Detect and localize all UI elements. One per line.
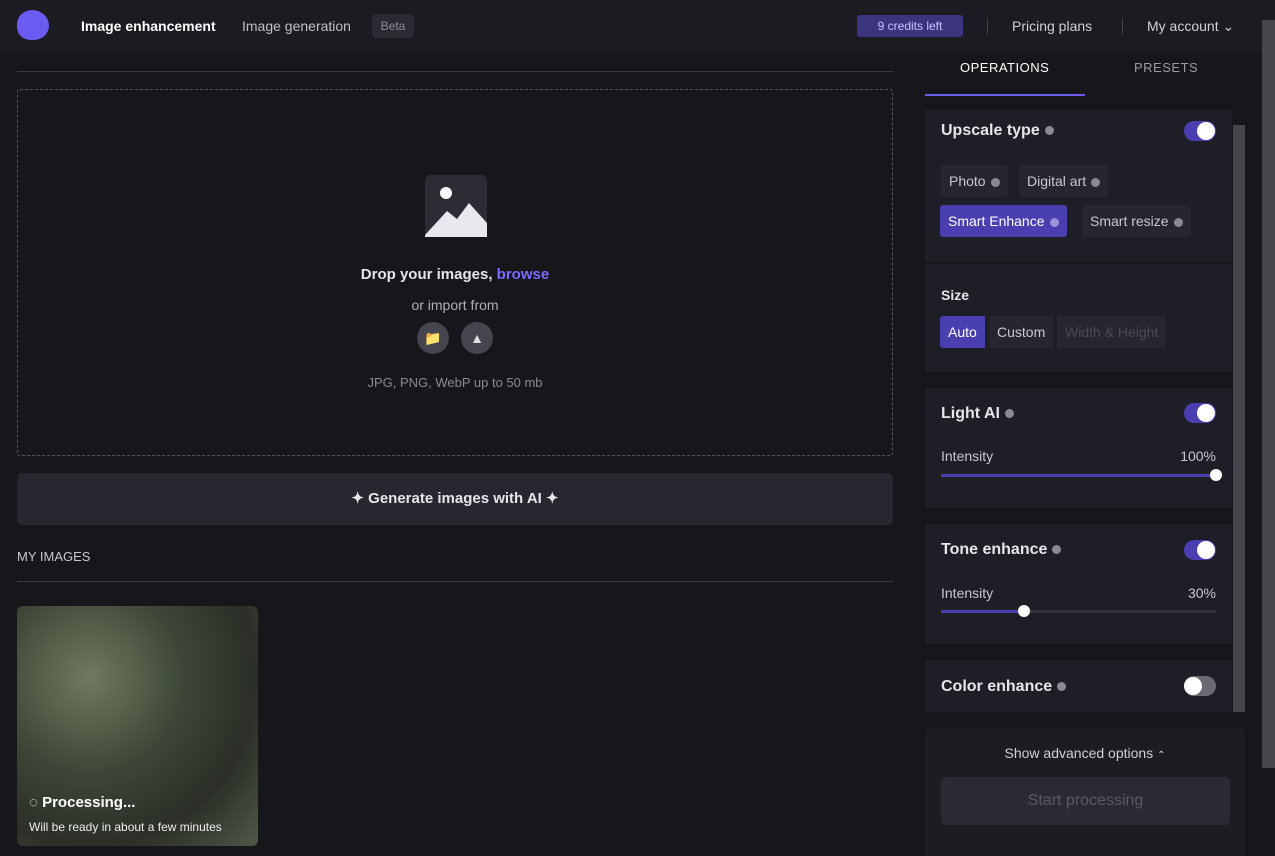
tab-operations[interactable]: OPERATIONS [960, 60, 1049, 75]
google-drive-icon[interactable]: ▲ [461, 322, 493, 354]
my-images-title: MY IMAGES [17, 549, 91, 564]
panel-scrollbar[interactable] [1233, 125, 1245, 712]
divider [987, 18, 988, 34]
info-icon [1091, 177, 1101, 187]
advanced-options-toggle[interactable]: Show advanced options [1005, 745, 1154, 761]
divider [1122, 18, 1123, 34]
size-custom[interactable]: Custom [989, 316, 1054, 348]
spinner-icon: ◌ [29, 794, 43, 811]
tone-toggle[interactable] [1184, 540, 1216, 560]
tone-section: Tone enhance Intensity 30% [925, 524, 1232, 644]
intensity-label: Intensity [941, 585, 994, 601]
upscale-title: Upscale type [941, 122, 1040, 139]
nav-image-generation[interactable]: Image generation [242, 18, 351, 34]
option-photo[interactable]: Photo [941, 165, 1008, 197]
info-icon[interactable] [1052, 545, 1062, 555]
browse-link[interactable]: browse [497, 266, 550, 283]
credits-badge[interactable]: 9 credits left [857, 15, 963, 37]
upscale-section: Upscale type Photo Digital art Smart Enh… [925, 110, 1232, 262]
option-smart-enhance[interactable]: Smart Enhance [940, 205, 1067, 237]
chevron-up-icon: ⌃ [1157, 750, 1166, 761]
light-ai-toggle[interactable] [1184, 403, 1216, 423]
intensity-value: 100% [1180, 448, 1216, 464]
chevron-down-icon: ⌄ [1222, 18, 1235, 34]
image-icon [425, 175, 487, 237]
image-card[interactable]: ◌ Processing... Will be ready in about a… [17, 606, 258, 846]
intensity-label: Intensity [941, 448, 994, 464]
color-toggle[interactable] [1184, 676, 1216, 696]
account-menu[interactable]: My account ⌄ [1147, 18, 1234, 35]
info-icon [990, 177, 1000, 187]
slider-fill [941, 474, 1216, 477]
slider-handle[interactable] [1210, 469, 1222, 481]
intensity-slider[interactable] [941, 469, 1222, 481]
size-auto[interactable]: Auto [940, 316, 985, 348]
drop-text: Drop your images, [360, 266, 493, 283]
page-scrollbar[interactable] [1262, 20, 1275, 768]
pricing-link[interactable]: Pricing plans [1012, 18, 1092, 34]
nav-image-enhancement[interactable]: Image enhancement [81, 18, 216, 34]
divider [17, 71, 893, 72]
option-smart-resize[interactable]: Smart resize [1082, 205, 1191, 237]
divider [17, 581, 893, 582]
size-title: Size [941, 287, 970, 303]
info-icon[interactable] [1044, 126, 1054, 136]
color-section: Color enhance [925, 660, 1232, 712]
sparkle-icon: ✦ [541, 490, 559, 507]
active-tab-indicator [925, 94, 1085, 96]
slider-handle[interactable] [1017, 605, 1030, 617]
size-section: Size Auto Custom Width & Height [925, 264, 1232, 372]
intensity-value: 30% [1187, 585, 1216, 601]
sparkle-icon: ✦ [351, 490, 369, 507]
tab-presets[interactable]: PRESETS [1134, 60, 1198, 75]
formats-note: JPG, PNG, WebP up to 50 mb [367, 375, 543, 390]
beta-badge: Beta [372, 14, 414, 38]
processing-note: Will be ready in about a few minutes [29, 820, 222, 834]
import-from-label: or import from [411, 297, 499, 313]
folder-icon[interactable]: 📁 [417, 322, 449, 354]
processing-status: Processing... [42, 794, 136, 811]
upscale-toggle[interactable] [1184, 121, 1216, 141]
account-label: My account [1147, 18, 1219, 34]
generate-ai-button[interactable]: ✦ Generate images with AI ✦ [17, 473, 893, 525]
info-icon [1049, 217, 1059, 227]
slider-fill [941, 610, 1024, 613]
option-digital-art[interactable]: Digital art [1019, 165, 1109, 197]
action-panel: Show advanced options ⌃ Start processing [925, 728, 1245, 856]
drop-zone[interactable]: Drop your images, browse or import from … [17, 89, 893, 456]
info-icon[interactable] [1004, 409, 1014, 419]
generate-label: Generate images with AI [368, 490, 542, 507]
intensity-slider[interactable] [941, 605, 1216, 617]
light-ai-section: Light AI Intensity 100% [925, 388, 1232, 508]
logo[interactable] [17, 10, 49, 40]
info-icon [1173, 217, 1183, 227]
info-icon[interactable] [1057, 682, 1067, 692]
start-processing-button[interactable]: Start processing [941, 777, 1230, 825]
width-height-input[interactable]: Width & Height [1057, 316, 1167, 348]
